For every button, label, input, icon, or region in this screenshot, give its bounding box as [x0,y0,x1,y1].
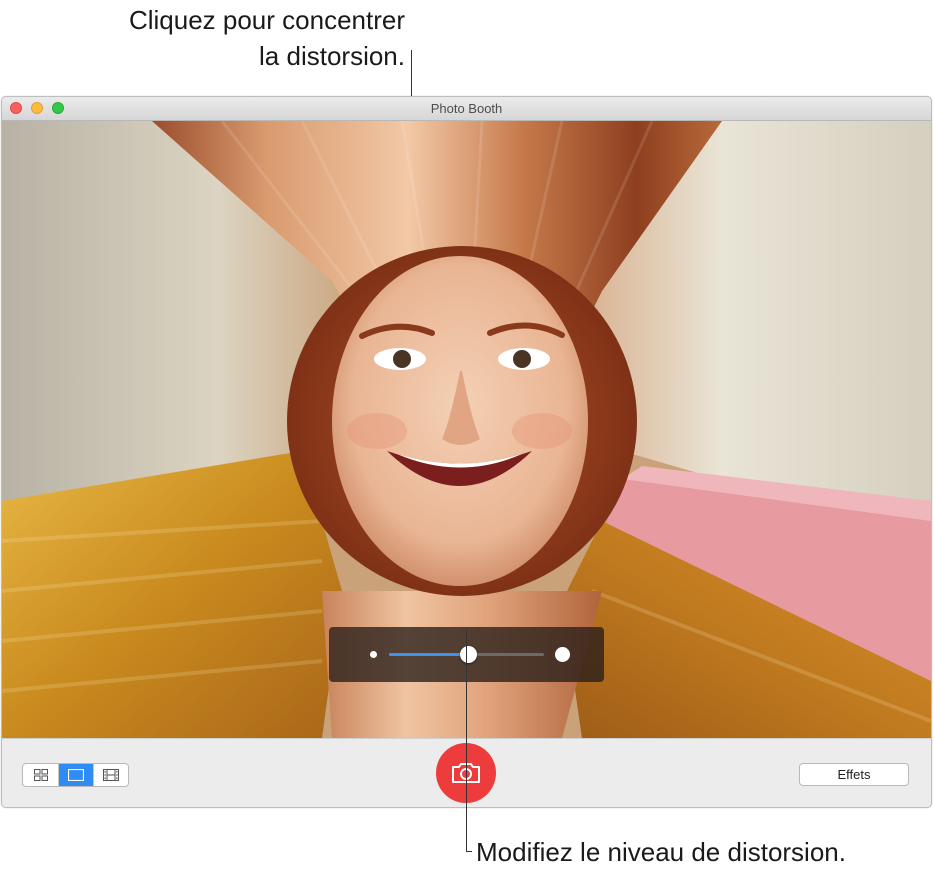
effects-button[interactable]: Effets [799,763,909,786]
distortion-slider-knob[interactable] [460,646,477,663]
four-up-grid-icon [33,769,48,781]
single-photo-view-button[interactable] [58,764,93,786]
callout-adjust-distortion: Modifiez le niveau de distorsion. [476,837,846,867]
small-dot-icon [370,651,377,658]
four-up-view-button[interactable] [23,764,58,786]
single-photo-icon [68,769,84,781]
filmstrip-icon [103,769,119,781]
callout-bottom-leader-line [466,630,467,852]
window-title: Photo Booth [430,101,503,116]
callout-focus-distortion: Cliquez pour concentrer la distorsion. [60,2,405,74]
filmstrip-view-button[interactable] [93,764,128,786]
view-mode-segmented-control [22,763,129,787]
distortion-slider-fill [389,653,468,656]
large-dot-icon [555,647,570,662]
callout-bottom-leader-tick [466,851,472,852]
callout-focus-line2: la distorsion. [259,41,405,71]
title-bar: Photo Booth [2,97,931,121]
callout-focus-line1: Cliquez pour concentrer [128,5,405,35]
